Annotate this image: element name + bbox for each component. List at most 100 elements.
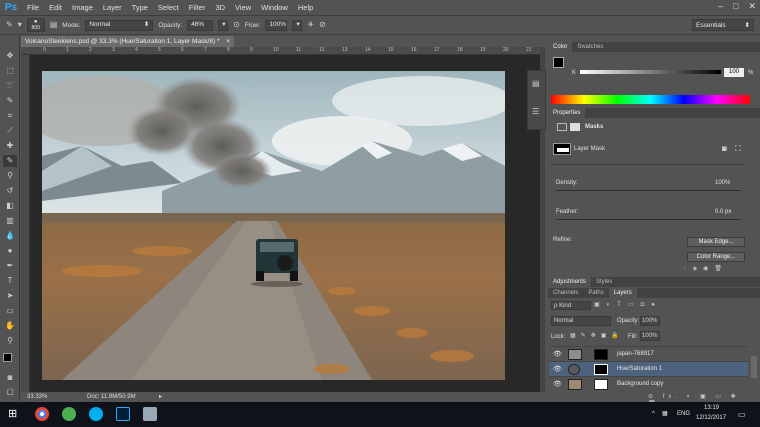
clock-time[interactable]: 13:19	[704, 405, 719, 411]
skype-icon[interactable]	[89, 407, 103, 421]
photoshop-taskbar-icon[interactable]	[116, 407, 130, 421]
density-value[interactable]: 100%	[715, 180, 730, 186]
crop-tool-icon[interactable]: ⌗	[3, 110, 17, 122]
menu-view[interactable]: View	[230, 0, 256, 15]
tab-adjustments[interactable]: Adjustments	[548, 277, 592, 287]
green-app-icon[interactable]	[62, 407, 76, 421]
zoom-tool-icon[interactable]: ⚲	[3, 335, 17, 347]
clock-date[interactable]: 12/12/2017	[696, 415, 726, 421]
mode-select[interactable]: Normal ⬍	[85, 19, 154, 31]
tab-styles[interactable]: Styles	[591, 277, 617, 287]
eraser-tool-icon[interactable]: ◧	[3, 200, 17, 212]
vector-mask-icon[interactable]	[570, 123, 580, 131]
adjust-panel-icon[interactable]: ☰	[532, 107, 539, 116]
quick-select-tool-icon[interactable]: ✎	[3, 95, 17, 107]
k-channel-slider[interactable]	[580, 70, 721, 74]
menu-edit[interactable]: Edit	[44, 0, 67, 15]
mask-edge-button[interactable]: Mask Edge...	[687, 237, 745, 247]
color-range-button[interactable]: Color Range...	[687, 252, 745, 262]
history-brush-tool-icon[interactable]: ↺	[3, 185, 17, 197]
menu-window[interactable]: Window	[256, 0, 293, 15]
layers-footer-icons[interactable]: ⊖ fx. ◐ ▣ ▭ ✚ 🗑	[648, 393, 748, 407]
brush-tool-icon[interactable]: ✎	[3, 155, 17, 167]
menu-file[interactable]: File	[22, 0, 44, 15]
layer-row[interactable]: 👁 japan-768917	[549, 346, 748, 361]
start-button-icon[interactable]: ⊞	[8, 407, 17, 420]
tab-properties[interactable]: Properties	[548, 108, 586, 118]
lasso-tool-icon[interactable]: ➰	[3, 80, 17, 92]
close-document-button[interactable]: ×	[226, 36, 230, 47]
add-vector-mask-icon[interactable]: ⛶	[735, 144, 741, 154]
eye-icon[interactable]: 👁	[553, 377, 562, 392]
menu-select[interactable]: Select	[153, 0, 184, 15]
pressure-opacity-icon[interactable]: ⊙	[233, 20, 240, 30]
marquee-tool-icon[interactable]: ⬚	[3, 65, 17, 77]
tab-swatches[interactable]: Swatches	[572, 42, 608, 52]
foreground-color-chip[interactable]	[553, 57, 564, 68]
tab-color[interactable]: Color	[548, 42, 573, 52]
brush-preset-picker[interactable]: ● 800	[26, 18, 45, 32]
menu-image[interactable]: Image	[67, 0, 98, 15]
clone-stamp-tool-icon[interactable]: ⚲	[3, 170, 17, 182]
minimize-button[interactable]: –	[718, 1, 723, 12]
zoom-level[interactable]: 33.33%	[27, 392, 47, 402]
healing-tool-icon[interactable]: ✚	[3, 140, 17, 152]
opacity-input[interactable]: 46%	[187, 19, 214, 31]
chrome-icon[interactable]	[35, 407, 49, 421]
layer-filter-select[interactable]: ρ Kind	[551, 301, 591, 310]
language-indicator[interactable]: ENG	[677, 411, 690, 417]
notification-icon[interactable]: ▭	[738, 410, 746, 419]
tab-layers[interactable]: Layers	[608, 288, 637, 298]
status-menu-arrow-icon[interactable]: ▸	[159, 392, 162, 402]
pressure-size-icon[interactable]: ⊘	[319, 20, 326, 30]
menu-filter[interactable]: Filter	[184, 0, 211, 15]
opacity-dropdown[interactable]: ▾	[218, 19, 229, 31]
quick-mask-icon[interactable]: ◙	[3, 372, 17, 384]
flow-dropdown[interactable]: ▾	[292, 19, 303, 31]
properties-footer-icons[interactable]: ◌◈◉🗑	[683, 265, 748, 274]
layer-row[interactable]: 👁 Background copy	[549, 376, 748, 391]
history-panel-icon[interactable]: ▤	[532, 79, 540, 88]
eye-icon[interactable]: 👁	[553, 362, 562, 377]
document-image[interactable]	[42, 71, 505, 380]
move-tool-icon[interactable]: ✥	[3, 50, 17, 62]
document-tab[interactable]: VolcanoSteekiens.psd @ 33.3% (Hue/Satura…	[21, 36, 234, 47]
gradient-tool-icon[interactable]: ▥	[3, 215, 17, 227]
flow-input[interactable]: 100%	[265, 19, 288, 31]
select-mask-icon[interactable]: ◙	[722, 144, 727, 153]
foreground-color-swatch[interactable]	[3, 353, 12, 362]
menu-help[interactable]: Help	[293, 0, 318, 15]
menu-type[interactable]: Type	[127, 0, 153, 15]
network-icon[interactable]: ▦	[662, 410, 668, 417]
screen-mode-icon[interactable]: ▢	[3, 386, 17, 398]
color-spectrum[interactable]	[551, 95, 750, 104]
eye-icon[interactable]: 👁	[553, 347, 562, 362]
tray-arrow-icon[interactable]: ^	[652, 411, 655, 417]
brush-tool-icon[interactable]: ✎	[6, 20, 13, 30]
menu-3d[interactable]: 3D	[210, 0, 230, 15]
k-value-input[interactable]: 100	[724, 68, 744, 77]
shape-tool-icon[interactable]: ▭	[3, 305, 17, 317]
pixel-mask-icon[interactable]	[557, 123, 567, 131]
feather-value[interactable]: 0.0 px	[715, 209, 731, 215]
fill-input[interactable]: 100%	[640, 331, 660, 341]
file-app-icon[interactable]	[143, 407, 157, 421]
menu-layer[interactable]: Layer	[98, 0, 127, 15]
path-select-tool-icon[interactable]: ➤	[3, 290, 17, 302]
close-window-button[interactable]: ✕	[748, 1, 756, 12]
airbrush-icon[interactable]: ✈	[307, 20, 314, 30]
tab-paths[interactable]: Paths	[583, 288, 608, 298]
layer-opacity-input[interactable]: 100%	[640, 316, 660, 326]
density-slider[interactable]	[556, 190, 741, 191]
layer-filter-icons[interactable]: ▣◐T▭◘●	[594, 301, 748, 310]
pen-tool-icon[interactable]: ✒	[3, 260, 17, 272]
eyedropper-tool-icon[interactable]: ⟋	[3, 125, 17, 137]
chevron-down-icon[interactable]: ▾	[18, 20, 22, 30]
blur-tool-icon[interactable]: 💧	[3, 230, 17, 242]
layer-row-selected[interactable]: 👁 Hue/Saturation 1	[549, 361, 748, 376]
layers-scrollbar[interactable]	[751, 356, 757, 378]
dodge-tool-icon[interactable]: ●	[3, 245, 17, 257]
feather-slider[interactable]	[556, 219, 741, 220]
tab-channels[interactable]: Channels	[548, 288, 583, 298]
blend-mode-select[interactable]: Normal	[551, 316, 611, 326]
